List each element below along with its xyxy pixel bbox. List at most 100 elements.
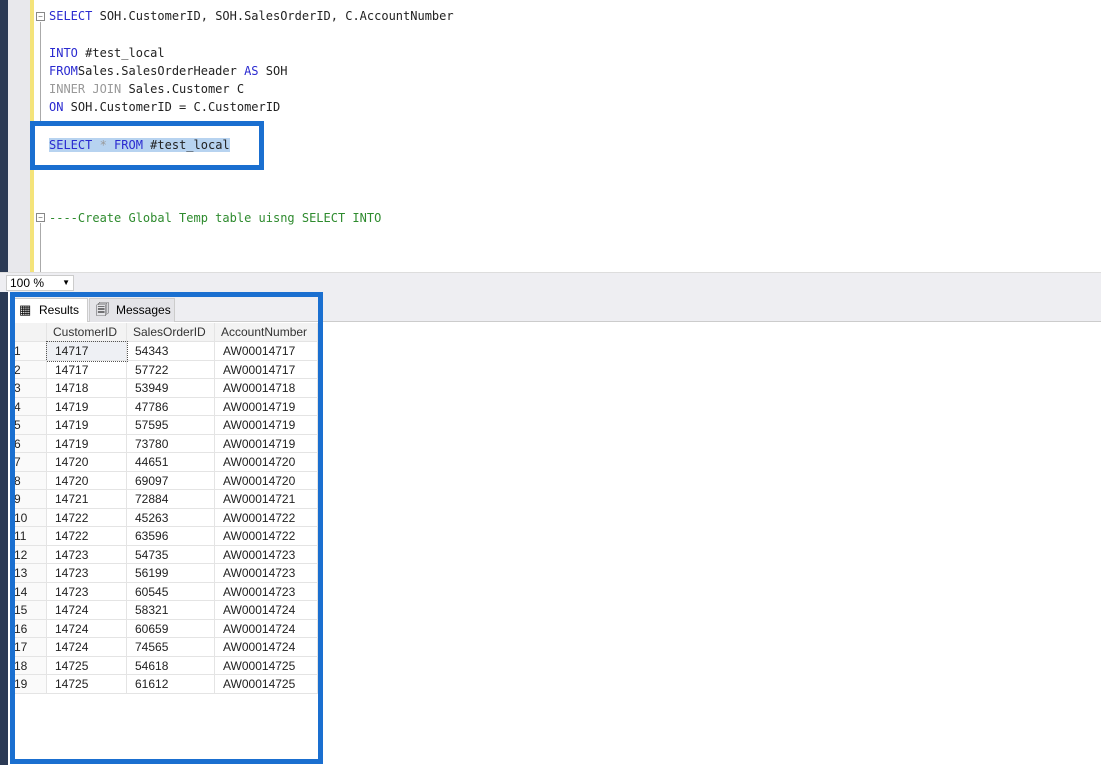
row-number[interactable]: 11 [10, 527, 47, 546]
table-cell[interactable]: 14720 [47, 453, 127, 472]
table-cell[interactable]: 45263 [127, 508, 215, 527]
column-header[interactable]: CustomerID [47, 323, 127, 342]
table-cell[interactable]: 14723 [47, 564, 127, 583]
tab-messages[interactable]: 🗐 Messages [89, 298, 175, 322]
table-cell[interactable]: 14717 [46, 341, 128, 362]
table-cell[interactable]: 53949 [127, 379, 215, 398]
code-line: FROMSales.SalesOrderHeader AS SOH [49, 62, 287, 80]
table-cell[interactable]: AW00014719 [215, 416, 318, 435]
table-cell[interactable]: AW00014719 [215, 397, 318, 416]
table-cell[interactable]: AW00014721 [215, 490, 318, 509]
row-number[interactable]: 8 [10, 471, 47, 490]
results-tabs: ▦ Results 🗐 Messages [10, 292, 1101, 322]
table-cell[interactable]: 14718 [47, 379, 127, 398]
table-cell[interactable]: 14724 [47, 638, 127, 657]
code-line: ON SOH.CustomerID = C.CustomerID [49, 98, 280, 116]
row-number[interactable]: 12 [10, 545, 47, 564]
row-number[interactable]: 17 [10, 638, 47, 657]
collapse-icon[interactable]: − [36, 213, 45, 222]
table-cell[interactable]: 72884 [127, 490, 215, 509]
left-dock-strip [0, 0, 8, 765]
table-cell[interactable]: 14723 [47, 545, 127, 564]
row-number[interactable]: 2 [10, 360, 47, 379]
table-cell[interactable]: 57595 [127, 416, 215, 435]
row-number[interactable]: 16 [10, 619, 47, 638]
table-cell[interactable]: 54618 [127, 656, 215, 675]
table-cell[interactable]: 44651 [127, 453, 215, 472]
table-cell[interactable]: 61612 [127, 675, 215, 694]
table-cell[interactable]: AW00014717 [215, 360, 318, 379]
grid-icon: ▦ [19, 302, 32, 317]
table-cell[interactable]: AW00014723 [215, 545, 318, 564]
table-cell[interactable]: AW00014720 [215, 453, 318, 472]
table-cell[interactable]: 54735 [127, 545, 215, 564]
table-cell[interactable]: 14725 [47, 675, 127, 694]
zoom-dropdown[interactable]: 100 % ▼ [6, 275, 74, 291]
code-token: SELECT [49, 9, 93, 23]
row-number[interactable]: 1 [10, 342, 47, 361]
row-number[interactable]: 19 [10, 675, 47, 694]
table-cell[interactable]: 74565 [127, 638, 215, 657]
table-cell[interactable]: AW00014718 [215, 379, 318, 398]
table-cell[interactable]: AW00014725 [215, 656, 318, 675]
table-cell[interactable]: 60545 [127, 582, 215, 601]
table-cell[interactable]: 14719 [47, 397, 127, 416]
table-cell[interactable]: 60659 [127, 619, 215, 638]
table-cell[interactable]: 14722 [47, 527, 127, 546]
tab-results[interactable]: ▦ Results [12, 298, 88, 322]
table-cell[interactable]: 14719 [47, 416, 127, 435]
table-cell[interactable]: 69097 [127, 471, 215, 490]
table-cell[interactable]: AW00014722 [215, 508, 318, 527]
table-cell[interactable]: 63596 [127, 527, 215, 546]
table-cell[interactable]: 14722 [47, 508, 127, 527]
messages-icon: 🗐 [96, 302, 109, 317]
row-number[interactable]: 15 [10, 601, 47, 620]
table-cell[interactable]: 57722 [127, 360, 215, 379]
code-line: SELECT SOH.CustomerID, SOH.SalesOrderID,… [49, 7, 454, 25]
row-number[interactable]: 3 [10, 379, 47, 398]
table-cell[interactable]: AW00014719 [215, 434, 318, 453]
code-line: INNER JOIN Sales.Customer C [49, 80, 244, 98]
table-cell[interactable]: AW00014717 [215, 342, 318, 361]
row-number[interactable]: 4 [10, 397, 47, 416]
fold-line [40, 22, 41, 122]
table-cell[interactable]: 56199 [127, 564, 215, 583]
table-cell[interactable]: AW00014724 [215, 619, 318, 638]
row-number[interactable]: 10 [10, 508, 47, 527]
row-number[interactable]: 9 [10, 490, 47, 509]
code-token: SOH [258, 64, 288, 78]
column-header[interactable]: AccountNumber [215, 323, 318, 342]
code-token: INNER JOIN [49, 82, 122, 96]
collapse-icon[interactable]: − [36, 12, 45, 21]
table-cell[interactable]: 14719 [47, 434, 127, 453]
code-token: FROM [49, 64, 78, 78]
table-cell[interactable]: 14717 [47, 360, 127, 379]
column-header[interactable]: SalesOrderID [127, 323, 215, 342]
code-token: ----Create Global Temp table uisng SELEC… [49, 211, 382, 225]
row-number[interactable]: 13 [10, 564, 47, 583]
table-cell[interactable]: 73780 [127, 434, 215, 453]
table-cell[interactable]: AW00014723 [215, 582, 318, 601]
table-cell[interactable]: 14725 [47, 656, 127, 675]
table-cell[interactable]: AW00014725 [215, 675, 318, 694]
row-number[interactable]: 5 [10, 416, 47, 435]
table-cell[interactable]: 58321 [127, 601, 215, 620]
table-cell[interactable]: 54343 [127, 342, 215, 361]
table-cell[interactable]: 14720 [47, 471, 127, 490]
table-cell[interactable]: 14724 [47, 601, 127, 620]
table-cell[interactable]: AW00014722 [215, 527, 318, 546]
table-cell[interactable]: AW00014720 [215, 471, 318, 490]
table-cell[interactable]: 14721 [47, 490, 127, 509]
table-cell[interactable]: AW00014724 [215, 638, 318, 657]
table-cell[interactable]: AW00014724 [215, 601, 318, 620]
row-number[interactable]: 6 [10, 434, 47, 453]
zoom-bar: 100 % ▼ [0, 272, 1101, 292]
row-number[interactable]: 14 [10, 582, 47, 601]
row-number[interactable]: 18 [10, 656, 47, 675]
row-number[interactable]: 7 [10, 453, 47, 472]
table-cell[interactable]: AW00014723 [215, 564, 318, 583]
table-cell[interactable]: 14723 [47, 582, 127, 601]
grid-corner[interactable] [10, 323, 47, 342]
table-cell[interactable]: 47786 [127, 397, 215, 416]
table-cell[interactable]: 14724 [47, 619, 127, 638]
